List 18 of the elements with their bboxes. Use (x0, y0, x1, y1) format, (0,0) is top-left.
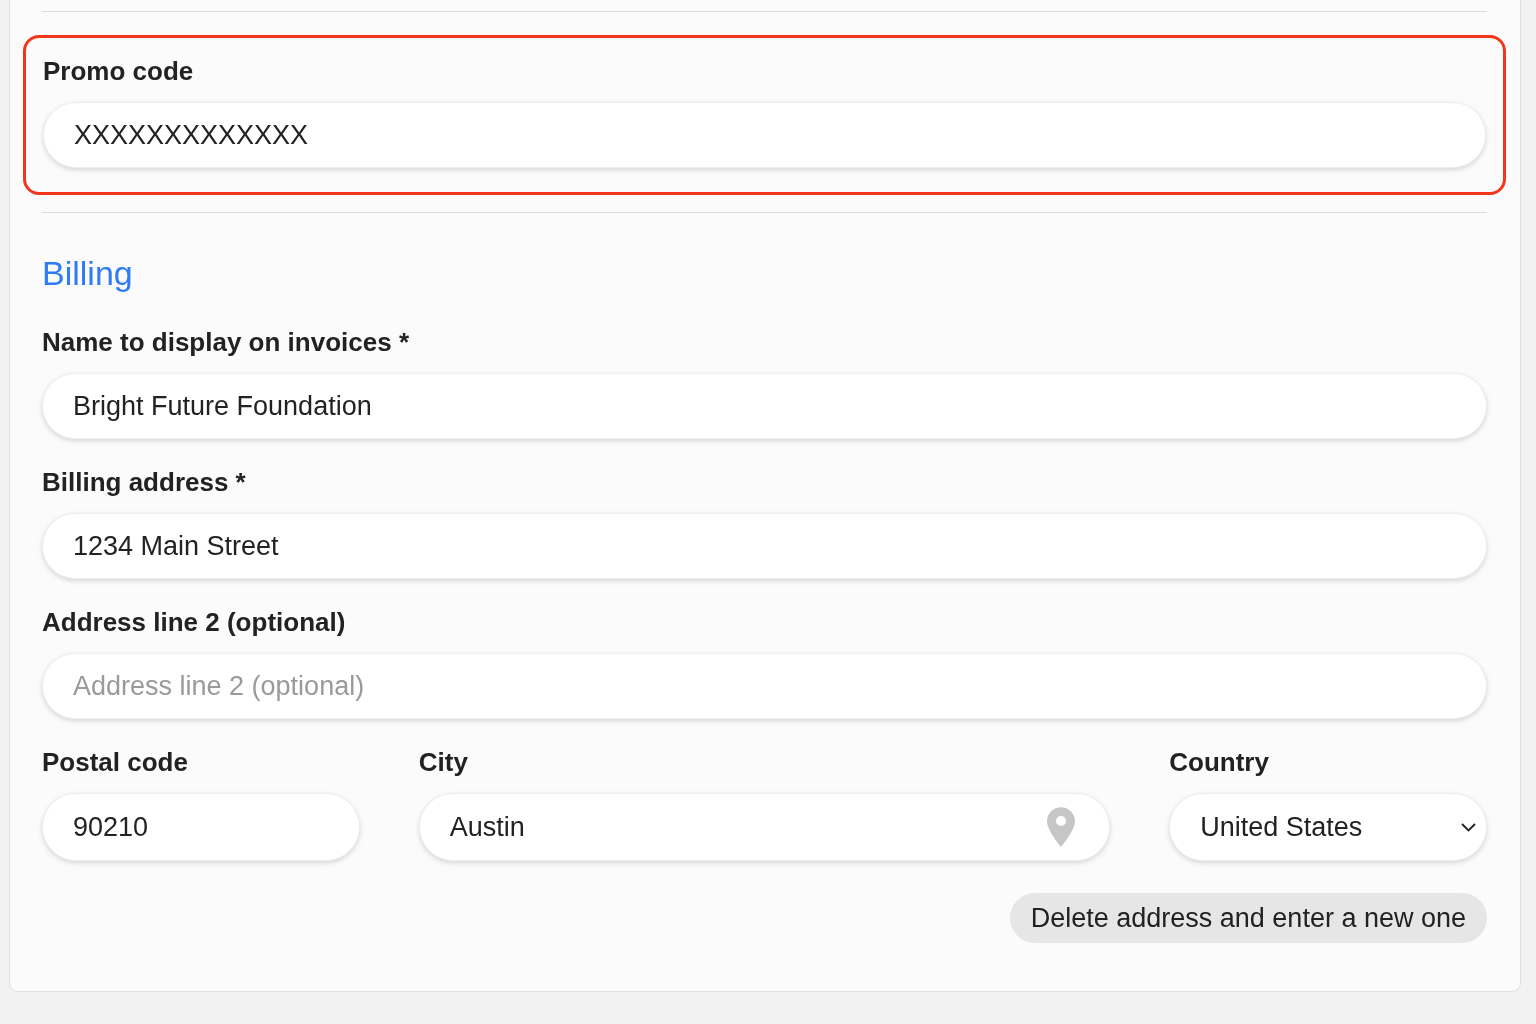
field-label: Name to display on invoices * (42, 327, 409, 358)
address-line-2-input[interactable]: Address line 2 (optional) (42, 653, 1487, 719)
city-input[interactable]: Austin (418, 793, 1111, 861)
chevron-down-icon (1461, 823, 1476, 832)
delete-address-button[interactable]: Delete address and enter a new one (1009, 893, 1487, 943)
country-select[interactable]: United States (1169, 793, 1487, 861)
postal-code-input[interactable]: 90210 (42, 793, 360, 861)
field-label: Address line 2 (optional) (42, 607, 346, 638)
section-heading: Billing (42, 253, 133, 294)
field-label: Postal code (42, 747, 188, 778)
promo-code-input[interactable]: XXXXXXXXXXXXX (43, 102, 1486, 168)
field-label: Billing address * (42, 467, 246, 498)
name-input[interactable]: Bright Future Foundation (42, 373, 1487, 439)
address-input[interactable]: 1234 Main Street (42, 513, 1487, 579)
field-label: Country (1169, 747, 1269, 778)
map-pin-icon (1047, 807, 1076, 847)
field-label: City (418, 747, 468, 778)
field-label: Promo code (43, 56, 194, 87)
